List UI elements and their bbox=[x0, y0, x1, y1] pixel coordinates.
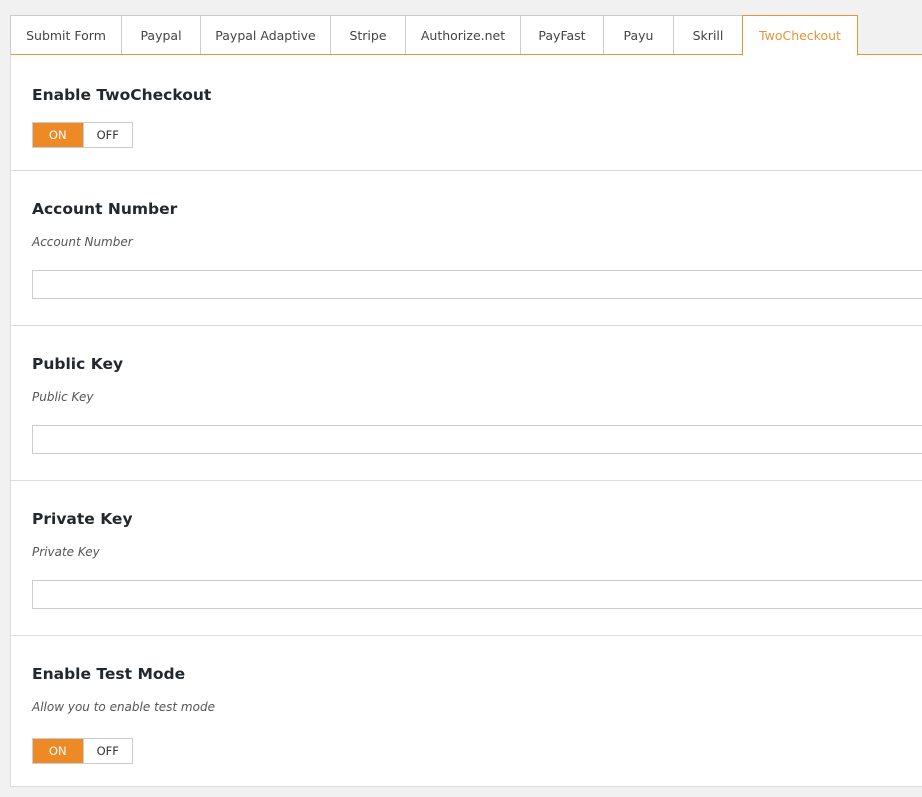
tab-skrill[interactable]: Skrill bbox=[673, 15, 743, 55]
section-title: Enable Test Mode bbox=[32, 665, 186, 683]
section-description: Private Key bbox=[32, 545, 100, 559]
private-key-input[interactable] bbox=[32, 580, 922, 609]
tab-paypal[interactable]: Paypal bbox=[121, 15, 201, 55]
gateway-tabs: Submit Form Paypal Paypal Adaptive Strip… bbox=[10, 15, 858, 56]
public-key-input[interactable] bbox=[32, 425, 922, 454]
section-private-key: Private Key Private Key bbox=[11, 481, 922, 636]
section-description: Public Key bbox=[32, 390, 94, 404]
tab-submit-form[interactable]: Submit Form bbox=[10, 15, 122, 55]
test-mode-on-button[interactable]: ON bbox=[33, 739, 83, 763]
tab-twocheckout[interactable]: TwoCheckout bbox=[742, 15, 858, 56]
tab-authorize-net[interactable]: Authorize.net bbox=[405, 15, 521, 55]
section-description: Allow you to enable test mode bbox=[32, 700, 215, 714]
tab-stripe[interactable]: Stripe bbox=[330, 15, 406, 55]
section-title: Enable TwoCheckout bbox=[32, 86, 212, 104]
section-title: Account Number bbox=[32, 200, 178, 218]
tab-payu[interactable]: Payu bbox=[603, 15, 674, 55]
enable-twocheckout-toggle: ON OFF bbox=[32, 122, 133, 148]
settings-panel: Enable TwoCheckout ON OFF Account Number… bbox=[10, 54, 922, 787]
account-number-input[interactable] bbox=[32, 270, 922, 299]
enable-test-mode-toggle: ON OFF bbox=[32, 738, 133, 764]
tab-payfast[interactable]: PayFast bbox=[520, 15, 604, 55]
enable-twocheckout-on-button[interactable]: ON bbox=[33, 123, 83, 147]
section-description: Account Number bbox=[32, 235, 133, 249]
enable-twocheckout-off-button[interactable]: OFF bbox=[82, 123, 132, 147]
section-enable-test-mode: Enable Test Mode Allow you to enable tes… bbox=[11, 636, 922, 786]
test-mode-off-button[interactable]: OFF bbox=[82, 739, 132, 763]
section-account-number: Account Number Account Number bbox=[11, 171, 922, 326]
section-enable-twocheckout: Enable TwoCheckout ON OFF bbox=[11, 55, 922, 171]
tab-paypal-adaptive[interactable]: Paypal Adaptive bbox=[200, 15, 331, 55]
section-title: Private Key bbox=[32, 510, 133, 528]
section-title: Public Key bbox=[32, 355, 124, 373]
section-public-key: Public Key Public Key bbox=[11, 326, 922, 481]
